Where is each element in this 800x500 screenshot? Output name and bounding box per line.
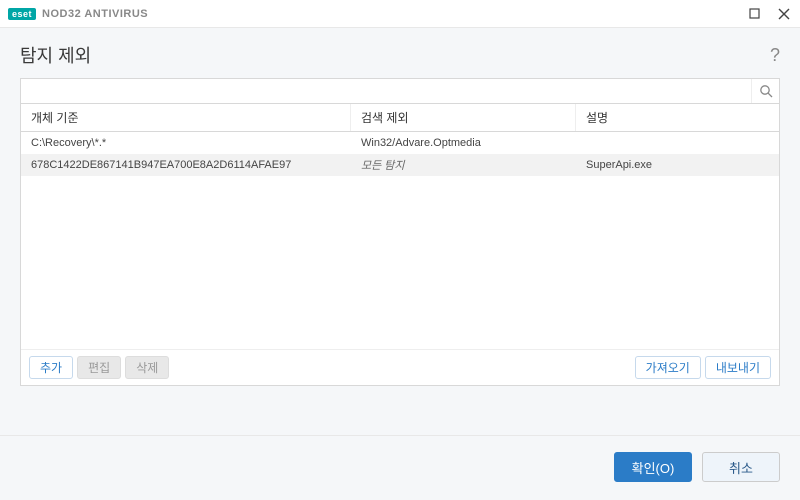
content-area: 탐지 제외 ? 개체 기준 검색 제외 설명 C:\Recovery\*.*Wi… [0, 28, 800, 500]
table-toolbar: 추가 편집 삭제 가져오기 내보내기 [21, 349, 779, 385]
cell-object: C:\Recovery\*.* [21, 132, 351, 154]
page-header: 탐지 제외 ? [0, 28, 800, 78]
exclusions-table: 개체 기준 검색 제외 설명 C:\Recovery\*.*Win32/Adva… [20, 104, 780, 386]
product-name: NOD32 ANTIVIRUS [42, 8, 148, 20]
help-icon[interactable]: ? [770, 45, 780, 66]
close-button[interactable] [776, 6, 792, 22]
table-row[interactable]: 678C1422DE867141B947EA700E8A2D6114AFAE97… [21, 154, 779, 176]
ok-button[interactable]: 확인(O) [614, 452, 692, 482]
search-button[interactable] [751, 79, 779, 103]
cancel-button[interactable]: 취소 [702, 452, 780, 482]
maximize-button[interactable] [746, 6, 762, 22]
column-header-exclusion[interactable]: 검색 제외 [351, 104, 576, 131]
export-button[interactable]: 내보내기 [705, 356, 771, 379]
cell-exclusion: Win32/Advare.Optmedia [351, 132, 576, 154]
delete-button[interactable]: 삭제 [125, 356, 169, 379]
brand-badge: eset [8, 8, 36, 20]
page-title: 탐지 제외 [20, 42, 91, 68]
add-button[interactable]: 추가 [29, 356, 73, 379]
table-header: 개체 기준 검색 제외 설명 [21, 104, 779, 132]
table-body: C:\Recovery\*.*Win32/Advare.Optmedia678C… [21, 132, 779, 349]
main-content: 개체 기준 검색 제외 설명 C:\Recovery\*.*Win32/Adva… [0, 78, 800, 398]
search-input[interactable] [21, 79, 751, 103]
window-controls [746, 6, 792, 22]
search-bar [20, 78, 780, 104]
column-header-object[interactable]: 개체 기준 [21, 104, 351, 131]
titlebar: eset NOD32 ANTIVIRUS [0, 0, 800, 28]
import-button[interactable]: 가져오기 [635, 356, 701, 379]
cell-description: SuperApi.exe [576, 154, 779, 176]
cell-object: 678C1422DE867141B947EA700E8A2D6114AFAE97 [21, 154, 351, 176]
brand-logo: eset NOD32 ANTIVIRUS [8, 8, 148, 20]
edit-button[interactable]: 편집 [77, 356, 121, 379]
cell-description [576, 132, 779, 154]
table-row[interactable]: C:\Recovery\*.*Win32/Advare.Optmedia [21, 132, 779, 154]
column-header-description[interactable]: 설명 [576, 104, 779, 131]
dialog-footer: 확인(O) 취소 [0, 435, 800, 500]
cell-exclusion: 모든 탐지 [351, 154, 576, 176]
